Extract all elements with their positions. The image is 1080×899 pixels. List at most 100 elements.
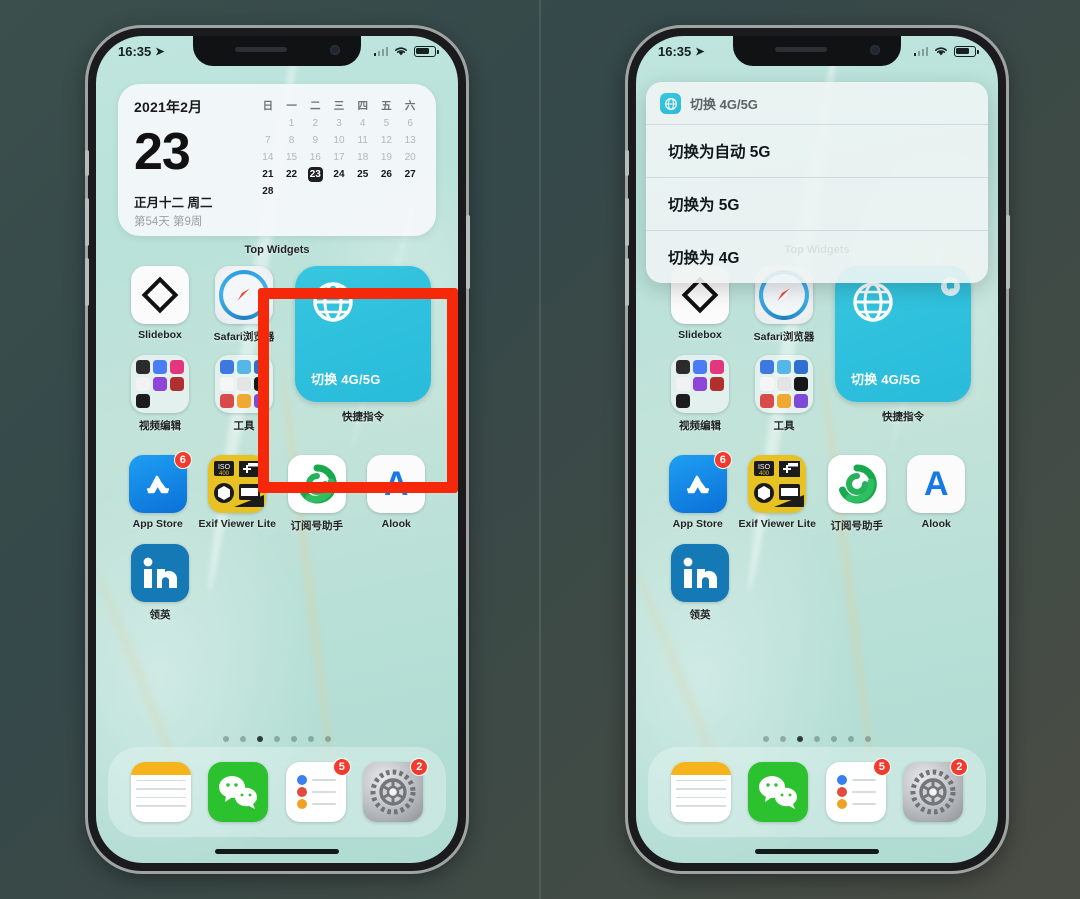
app-alook[interactable]: A Alook [357, 455, 437, 533]
app-linkedin[interactable]: 领英 [118, 544, 202, 622]
calendar-lunar-date: 正月十二 周二 [134, 196, 213, 211]
globe-icon [660, 93, 681, 114]
dock-app-wechat[interactable] [748, 762, 809, 822]
page-dot[interactable] [763, 736, 769, 742]
alook-icon[interactable]: A [367, 455, 426, 513]
calendar-day-cell: 15 [286, 152, 298, 163]
cellular-signal-icon [913, 46, 928, 56]
app-wechat-subscription[interactable]: 订阅号助手 [817, 455, 897, 533]
badge-count: 5 [332, 758, 351, 776]
folder-icon[interactable] [755, 355, 813, 413]
wechat-icon[interactable] [208, 762, 269, 822]
page-dot[interactable] [831, 736, 837, 742]
power-button-right[interactable] [1006, 215, 1010, 289]
app-label: Safari浏览器 [213, 331, 275, 343]
wifi-icon [935, 47, 947, 56]
app-slidebox[interactable]: Slidebox [118, 266, 202, 344]
home-indicator[interactable] [755, 849, 879, 854]
phone-left: 16:35 ➤ 2021年2月 23 正月十二 周二 第54天 第9周 日 一 … [88, 28, 466, 871]
dock-app-wechat[interactable] [208, 762, 269, 822]
volume-down-button-right[interactable] [625, 258, 629, 306]
app-exif-viewer[interactable]: ISO 400 Exif Viewer Lite [198, 455, 278, 533]
dock-app-notes[interactable] [670, 762, 731, 822]
volume-up-button-left[interactable] [85, 198, 89, 246]
calendar-empty-cell [327, 184, 351, 199]
page-dot[interactable] [240, 736, 246, 742]
status-time: 16:35 [658, 43, 692, 59]
folder-tools[interactable]: 工具 [742, 355, 826, 433]
app-app-store[interactable]: 6 App Store [658, 451, 738, 533]
app-app-store[interactable]: 6 App Store [118, 451, 198, 533]
page-dot[interactable] [274, 736, 280, 742]
page-dot[interactable] [257, 736, 263, 742]
badge-count: 2 [950, 758, 969, 776]
folder-icon[interactable] [215, 355, 273, 413]
shortcut-widget-container[interactable]: 切换 4G/5G 快捷指令 [290, 266, 436, 444]
action-sheet-item-4g[interactable]: 切换为 4G [646, 230, 988, 283]
page-dot[interactable] [325, 736, 331, 742]
folder-video-editing[interactable]: 视频编辑 [658, 355, 742, 433]
app-label: 工具 [773, 420, 795, 432]
volume-up-button-right[interactable] [625, 198, 629, 246]
safari-icon[interactable] [215, 266, 273, 324]
folder-tools[interactable]: 工具 [202, 355, 286, 433]
page-dot[interactable] [848, 736, 854, 742]
page-dot[interactable] [780, 736, 786, 742]
calendar-day-cell: 17 [333, 152, 345, 163]
dock-app-reminders[interactable]: 5 [285, 758, 351, 822]
dock-app-notes[interactable] [130, 762, 191, 822]
calendar-day-cell: 28 [262, 186, 274, 197]
folder-icon[interactable] [131, 355, 189, 413]
volume-down-button-left[interactable] [85, 258, 89, 306]
earpiece-speaker [235, 47, 287, 52]
power-button-left[interactable] [466, 215, 470, 289]
slidebox-icon[interactable] [131, 266, 189, 324]
wechat-subscription-icon[interactable] [287, 455, 346, 513]
app-grid-left: Slidebox Safari浏览器 视频编辑 工具 切换 4G/5G 快捷指令… [96, 266, 458, 633]
shortcut-widget-4g5g[interactable]: 切换 4G/5G [295, 266, 431, 402]
wechat-icon[interactable] [748, 762, 809, 822]
shortcut-widget-4g5g[interactable]: 切换 4G/5G [835, 266, 971, 402]
app-exif-viewer[interactable]: ISO 400 Exif Viewer Lite [738, 455, 818, 533]
notes-icon[interactable] [670, 762, 731, 822]
page-dot[interactable] [291, 736, 297, 742]
page-indicator-dots[interactable] [636, 736, 998, 742]
alook-icon[interactable]: A [907, 455, 966, 513]
linkedin-icon[interactable] [671, 544, 729, 602]
calendar-day-cell: 14 [262, 152, 274, 163]
svg-text:400: 400 [219, 471, 230, 477]
page-indicator-dots[interactable] [96, 736, 458, 742]
calendar-day-cell: 7 [265, 135, 271, 146]
mute-switch-right[interactable] [625, 150, 629, 176]
dock-app-settings[interactable]: 2 [903, 758, 969, 822]
page-dot[interactable] [797, 736, 803, 742]
calendar-widget[interactable]: 2021年2月 23 正月十二 周二 第54天 第9周 日一二三四五六12345… [118, 84, 436, 236]
page-dot[interactable] [308, 736, 314, 742]
calendar-empty-cell [351, 184, 375, 199]
exif-viewer-icon[interactable]: ISO 400 [208, 455, 267, 513]
page-dot[interactable] [865, 736, 871, 742]
dock-app-reminders[interactable]: 5 [825, 758, 891, 822]
mute-switch-left[interactable] [85, 150, 89, 176]
notes-icon[interactable] [130, 762, 191, 822]
app-wechat-subscription[interactable]: 订阅号助手 [277, 455, 357, 533]
folder-icon[interactable] [671, 355, 729, 413]
app-label: App Store [672, 518, 723, 530]
page-dot[interactable] [223, 736, 229, 742]
exif-viewer-icon[interactable]: ISO 400 [748, 455, 807, 513]
app-label: 视频编辑 [139, 420, 181, 432]
app-alook[interactable]: A Alook [897, 455, 977, 533]
app-linkedin[interactable]: 领英 [658, 544, 742, 622]
page-dot[interactable] [814, 736, 820, 742]
action-sheet-item-5g[interactable]: 切换为 5G [646, 177, 988, 230]
shortcut-widget-container[interactable]: 切换 4G/5G 快捷指令 [830, 266, 976, 444]
app-label: Exif Viewer Lite [738, 518, 816, 530]
home-indicator[interactable] [215, 849, 339, 854]
action-sheet-item-auto5g[interactable]: 切换为自动 5G [646, 124, 988, 177]
wechat-subscription-icon[interactable] [827, 455, 886, 513]
app-safari[interactable]: Safari浏览器 [202, 266, 286, 344]
app-label: Slidebox [678, 329, 722, 341]
dock-app-settings[interactable]: 2 [363, 758, 429, 822]
folder-video-editing[interactable]: 视频编辑 [118, 355, 202, 433]
linkedin-icon[interactable] [131, 544, 189, 602]
